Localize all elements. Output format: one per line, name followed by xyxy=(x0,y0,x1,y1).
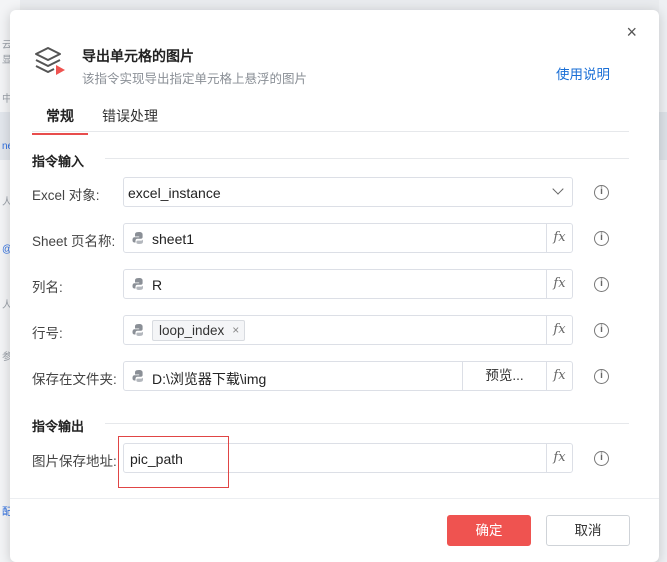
export-cell-image-dialog: × 导出单元格的图片 该指令实现导出指定单元格上悬浮的图片 使用说明 常规 错误… xyxy=(10,10,659,562)
info-icon[interactable]: i xyxy=(594,231,609,246)
background-right-edge xyxy=(659,0,667,562)
save-folder-value: D:\浏览器下载\img xyxy=(152,371,267,387)
excel-object-label: Excel 对象: xyxy=(32,188,100,203)
cancel-button[interactable]: 取消 xyxy=(546,515,630,546)
python-icon xyxy=(132,278,143,290)
variable-tag-label: loop_index xyxy=(159,323,225,338)
chevron-down-icon[interactable] xyxy=(552,183,564,195)
row-number-label: 行号: xyxy=(32,326,63,341)
python-icon xyxy=(132,232,143,244)
info-icon[interactable]: i xyxy=(594,323,609,338)
footer-divider xyxy=(10,498,659,499)
row-number-input[interactable]: loop_index × fx xyxy=(123,315,573,345)
excel-object-value: excel_instance xyxy=(128,185,221,201)
browse-button[interactable]: 预览... xyxy=(462,362,546,390)
section-title-output: 指令输出 xyxy=(32,419,85,434)
column-name-input[interactable]: R fx xyxy=(123,269,573,299)
fx-button[interactable]: fx xyxy=(546,316,572,344)
tab-error-handling[interactable]: 错误处理 xyxy=(98,106,162,133)
section-title-input: 指令输入 xyxy=(32,154,85,169)
section-divider xyxy=(105,158,629,159)
info-icon[interactable]: i xyxy=(594,451,609,466)
dialog-subtitle: 该指令实现导出指定单元格上悬浮的图片 xyxy=(82,72,308,86)
info-icon[interactable]: i xyxy=(594,369,609,384)
pic-path-value: pic_path xyxy=(130,451,183,467)
pic-path-input[interactable]: pic_path fx xyxy=(123,443,573,473)
python-icon xyxy=(132,370,143,382)
sheet-name-input[interactable]: sheet1 fx xyxy=(123,223,573,253)
fx-button[interactable]: fx xyxy=(546,270,572,298)
info-icon[interactable]: i xyxy=(594,277,609,292)
save-folder-input[interactable]: D:\浏览器下载\img 预览... fx xyxy=(123,361,573,391)
fx-button[interactable]: fx xyxy=(546,362,572,390)
pic-path-label: 图片保存地址: xyxy=(32,454,117,469)
info-icon[interactable]: i xyxy=(594,185,609,200)
column-name-value: R xyxy=(152,277,163,293)
confirm-button[interactable]: 确定 xyxy=(447,515,531,546)
fx-button[interactable]: fx xyxy=(546,444,572,472)
excel-object-select[interactable]: excel_instance xyxy=(123,177,573,207)
variable-tag[interactable]: loop_index × xyxy=(152,320,246,341)
section-divider xyxy=(105,423,629,424)
close-icon[interactable]: × xyxy=(626,23,637,41)
tab-general[interactable]: 常规 xyxy=(32,106,88,135)
save-folder-label: 保存在文件夹: xyxy=(32,372,117,387)
fx-button[interactable]: fx xyxy=(546,224,572,252)
column-name-label: 列名: xyxy=(32,280,63,295)
python-icon xyxy=(132,324,143,336)
help-link[interactable]: 使用说明 xyxy=(556,63,610,83)
sheet-name-label: Sheet 页名称: xyxy=(32,234,116,249)
sheet-name-value: sheet1 xyxy=(152,231,195,247)
dialog-title: 导出单元格的图片 xyxy=(82,48,194,64)
tab-bar: 常规 错误处理 xyxy=(32,106,629,135)
tag-close-icon[interactable]: × xyxy=(232,321,239,340)
layers-icon xyxy=(35,47,65,75)
